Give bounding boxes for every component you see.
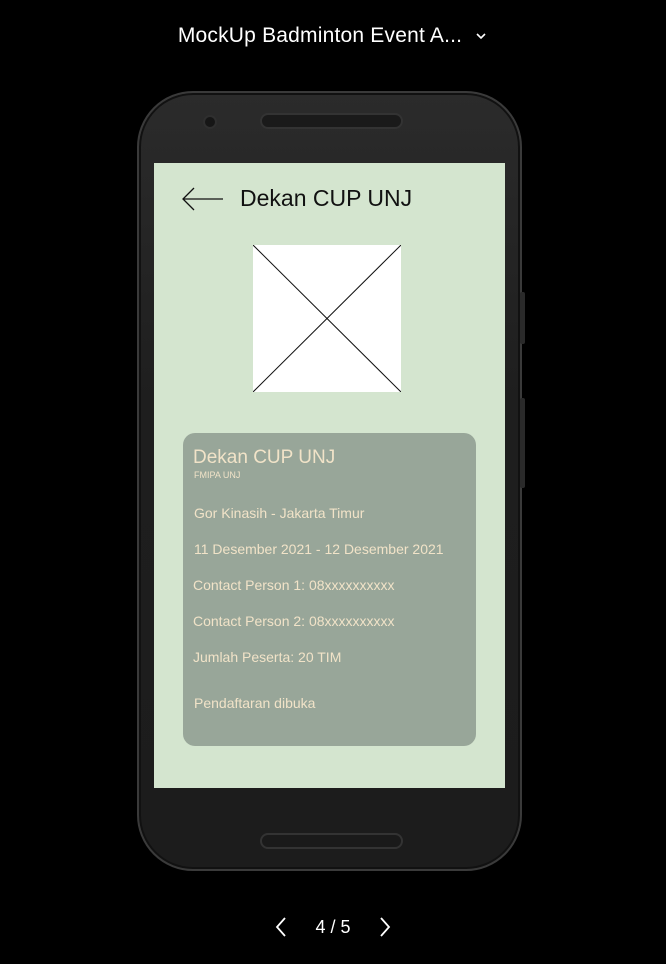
event-title: Dekan CUP UNJ — [193, 447, 336, 468]
image-placeholder — [252, 244, 402, 393]
camera-icon — [203, 115, 217, 129]
prototype-title[interactable]: MockUp Badminton Event A... — [178, 24, 462, 48]
event-organizer: FMIPA UNJ — [194, 470, 241, 480]
top-speaker — [260, 113, 403, 129]
page-indicator: 4 / 5 — [315, 916, 351, 937]
participant-count: Jumlah Peserta: 20 TIM — [193, 649, 342, 665]
chevron-left-icon[interactable] — [269, 913, 293, 941]
event-dates: 11 Desember 2021 - 12 Desember 2021 — [194, 541, 444, 557]
side-button-volume — [520, 398, 525, 488]
contact-person-2: Contact Person 2: 08xxxxxxxxxx — [193, 613, 395, 629]
side-button-power — [520, 292, 525, 344]
contact-person-1: Contact Person 1: 08xxxxxxxxxx — [193, 577, 395, 593]
app-screen: Dekan CUP UNJ Dekan CUP UNJ FMIPA UNJ Go… — [154, 163, 505, 788]
chevron-right-icon[interactable] — [373, 913, 397, 941]
page-navigator: 4 / 5 — [0, 913, 666, 941]
prototype-title-bar[interactable]: MockUp Badminton Event A... — [0, 24, 666, 48]
event-location: Gor Kinasih - Jakarta Timur — [194, 505, 365, 521]
event-details-card: Dekan CUP UNJ FMIPA UNJ Gor Kinasih - Ja… — [183, 433, 476, 746]
page-title: Dekan CUP UNJ — [240, 185, 413, 211]
arrow-left-icon[interactable] — [181, 185, 225, 213]
registration-status: Pendaftaran dibuka — [194, 695, 316, 711]
bottom-speaker — [260, 833, 403, 849]
chevron-down-icon[interactable] — [474, 29, 488, 43]
